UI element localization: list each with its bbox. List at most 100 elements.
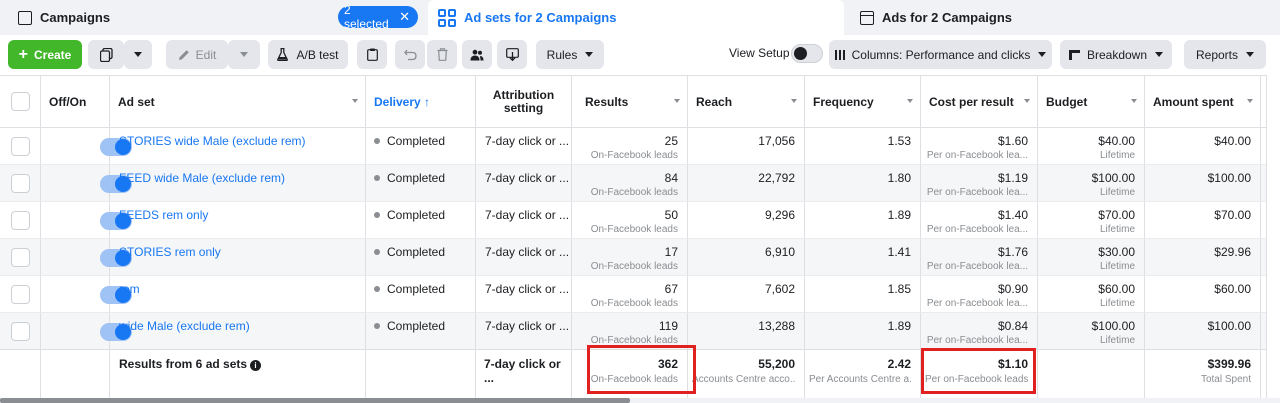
edit-button-label: Edit bbox=[195, 47, 217, 62]
frequency-value: 1.80 bbox=[887, 171, 911, 185]
sort-caret-icon[interactable] bbox=[1024, 99, 1030, 103]
sort-caret-icon[interactable] bbox=[674, 99, 680, 103]
tab-ads[interactable]: Ads for 2 Campaigns bbox=[852, 0, 1272, 35]
cost-per-result-sub: Per on-Facebook lea... bbox=[926, 298, 1028, 309]
row-amount-spent-cell: $100.00 bbox=[1145, 165, 1261, 201]
row-adset-cell: rem bbox=[110, 276, 366, 312]
rules-button[interactable]: Rules bbox=[536, 40, 604, 69]
edit-button[interactable]: Edit bbox=[166, 40, 228, 69]
budget-value[interactable]: $70.00 bbox=[1098, 208, 1135, 222]
sort-caret-icon[interactable] bbox=[907, 99, 913, 103]
tab-campaigns[interactable]: Campaigns 2 selected ✕ bbox=[8, 0, 418, 35]
undo-icon bbox=[403, 49, 417, 60]
duplicate-button[interactable] bbox=[88, 40, 124, 69]
budget-value[interactable]: $40.00 bbox=[1098, 134, 1135, 148]
amount-spent-value: $40.00 bbox=[1214, 134, 1251, 148]
row-delivery-cell: Completed bbox=[366, 239, 476, 275]
edit-dropdown-button[interactable] bbox=[228, 40, 260, 69]
columns-icon bbox=[834, 49, 845, 60]
results-sub: On-Facebook leads bbox=[590, 261, 678, 272]
table-row[interactable]: rem Completed 7-day click or ... 67 On-Faceb… bbox=[0, 276, 1266, 313]
row-reach-cell: 6,910 bbox=[688, 239, 805, 275]
table-row[interactable]: FEEDS rem only Completed 7-day click or ..… bbox=[0, 202, 1266, 239]
row-frequency-cell: 1.89 bbox=[805, 313, 921, 349]
clear-selection-icon[interactable]: ✕ bbox=[399, 9, 410, 25]
header-ad-set[interactable]: Ad set bbox=[110, 76, 366, 127]
row-checkbox[interactable] bbox=[11, 211, 30, 230]
undo-button[interactable] bbox=[395, 40, 425, 69]
row-frequency-cell: 1.41 bbox=[805, 239, 921, 275]
row-checkbox[interactable] bbox=[11, 248, 30, 267]
budget-value[interactable]: $60.00 bbox=[1098, 282, 1135, 296]
delivery-status-label: Completed bbox=[387, 245, 446, 259]
vertical-scrollbar[interactable] bbox=[1266, 75, 1280, 398]
row-delivery-cell: Completed bbox=[366, 313, 476, 349]
audience-button[interactable] bbox=[462, 40, 492, 69]
header-off-on[interactable]: Off/On bbox=[41, 76, 110, 127]
header-reach[interactable]: Reach bbox=[688, 76, 805, 127]
row-reach-cell: 7,602 bbox=[688, 276, 805, 312]
info-icon[interactable]: i bbox=[250, 360, 262, 371]
adset-name-link[interactable]: wide Male (exclude rem) bbox=[119, 319, 250, 333]
export-button[interactable] bbox=[497, 40, 527, 69]
columns-button[interactable]: Columns: Performance and clicks bbox=[829, 40, 1052, 69]
preview-button[interactable] bbox=[357, 40, 387, 69]
sort-caret-icon[interactable] bbox=[1247, 99, 1253, 103]
adset-name-link[interactable]: FEED wide Male (exclude rem) bbox=[119, 171, 285, 185]
header-results[interactable]: Results bbox=[572, 76, 688, 127]
selected-count-pill[interactable]: 2 selected ✕ bbox=[338, 3, 418, 31]
row-checkbox[interactable] bbox=[11, 322, 30, 341]
duplicate-dropdown-button[interactable] bbox=[124, 40, 152, 69]
row-select-cell bbox=[0, 313, 41, 349]
breakdown-button[interactable]: Breakdown bbox=[1060, 40, 1172, 69]
totals-blank bbox=[0, 350, 41, 398]
ab-test-button[interactable]: A/B test bbox=[268, 40, 348, 69]
reports-button-label: Reports bbox=[1195, 47, 1239, 62]
budget-sub: Lifetime bbox=[1099, 150, 1135, 161]
row-budget-cell: $60.00 Lifetime bbox=[1038, 276, 1145, 312]
row-checkbox[interactable] bbox=[11, 285, 30, 304]
header-budget[interactable]: Budget bbox=[1038, 76, 1145, 127]
create-button-label: Create bbox=[33, 47, 72, 62]
budget-value[interactable]: $100.00 bbox=[1092, 171, 1135, 185]
table-row[interactable]: FEED wide Male (exclude rem) Completed 7-d… bbox=[0, 165, 1266, 202]
budget-value[interactable]: $100.00 bbox=[1092, 319, 1135, 333]
sort-caret-icon[interactable] bbox=[352, 99, 358, 103]
adset-name-link[interactable]: STORIES rem only bbox=[119, 245, 221, 259]
view-setup-toggle[interactable] bbox=[791, 44, 823, 63]
table-row[interactable]: STORIES rem only Completed 7-day click or … bbox=[0, 239, 1266, 276]
sort-caret-icon[interactable] bbox=[791, 99, 797, 103]
row-cost-per-result-cell: $0.84 Per on-Facebook lea... bbox=[921, 313, 1038, 349]
row-adset-cell: STORIES wide Male (exclude rem) bbox=[110, 128, 366, 164]
header-attribution[interactable]: Attribution setting bbox=[476, 76, 572, 127]
header-ad-set-label: Ad set bbox=[118, 94, 155, 109]
sort-caret-icon[interactable] bbox=[1131, 99, 1137, 103]
flask-icon bbox=[277, 48, 289, 61]
row-attribution-cell: 7-day click or ... bbox=[476, 239, 572, 275]
select-all-checkbox[interactable] bbox=[11, 92, 30, 111]
adset-name-link[interactable]: FEEDS rem only bbox=[119, 208, 208, 222]
table-row[interactable]: STORIES wide Male (exclude rem) Completed… bbox=[0, 128, 1266, 165]
results-value: 50 bbox=[664, 208, 678, 222]
status-dot-icon bbox=[374, 138, 380, 144]
tab-adsets-label: Ad sets for 2 Campaigns bbox=[464, 10, 617, 25]
row-amount-spent-cell: $40.00 bbox=[1145, 128, 1261, 164]
header-amount-spent[interactable]: Amount spent bbox=[1145, 76, 1261, 127]
reports-button[interactable]: Reports bbox=[1184, 40, 1266, 69]
header-delivery[interactable]: Delivery ↑ bbox=[366, 76, 476, 127]
results-value: 67 bbox=[664, 282, 678, 296]
row-checkbox[interactable] bbox=[11, 174, 30, 193]
results-value: 119 bbox=[658, 319, 678, 333]
row-checkbox[interactable] bbox=[11, 137, 30, 156]
header-frequency[interactable]: Frequency bbox=[805, 76, 921, 127]
adset-name-link[interactable]: rem bbox=[119, 282, 140, 296]
budget-value[interactable]: $30.00 bbox=[1098, 245, 1135, 259]
horizontal-scrollbar-thumb[interactable] bbox=[0, 398, 630, 403]
delete-button[interactable] bbox=[427, 40, 457, 69]
tab-adsets[interactable]: Ad sets for 2 Campaigns bbox=[428, 0, 844, 35]
create-button[interactable]: + Create bbox=[8, 40, 82, 69]
adset-name-link[interactable]: STORIES wide Male (exclude rem) bbox=[119, 134, 306, 148]
selected-count-label: 2 selected bbox=[344, 3, 389, 31]
header-cost-per-result[interactable]: Cost per result bbox=[921, 76, 1038, 127]
row-cost-per-result-cell: $1.76 Per on-Facebook lea... bbox=[921, 239, 1038, 275]
